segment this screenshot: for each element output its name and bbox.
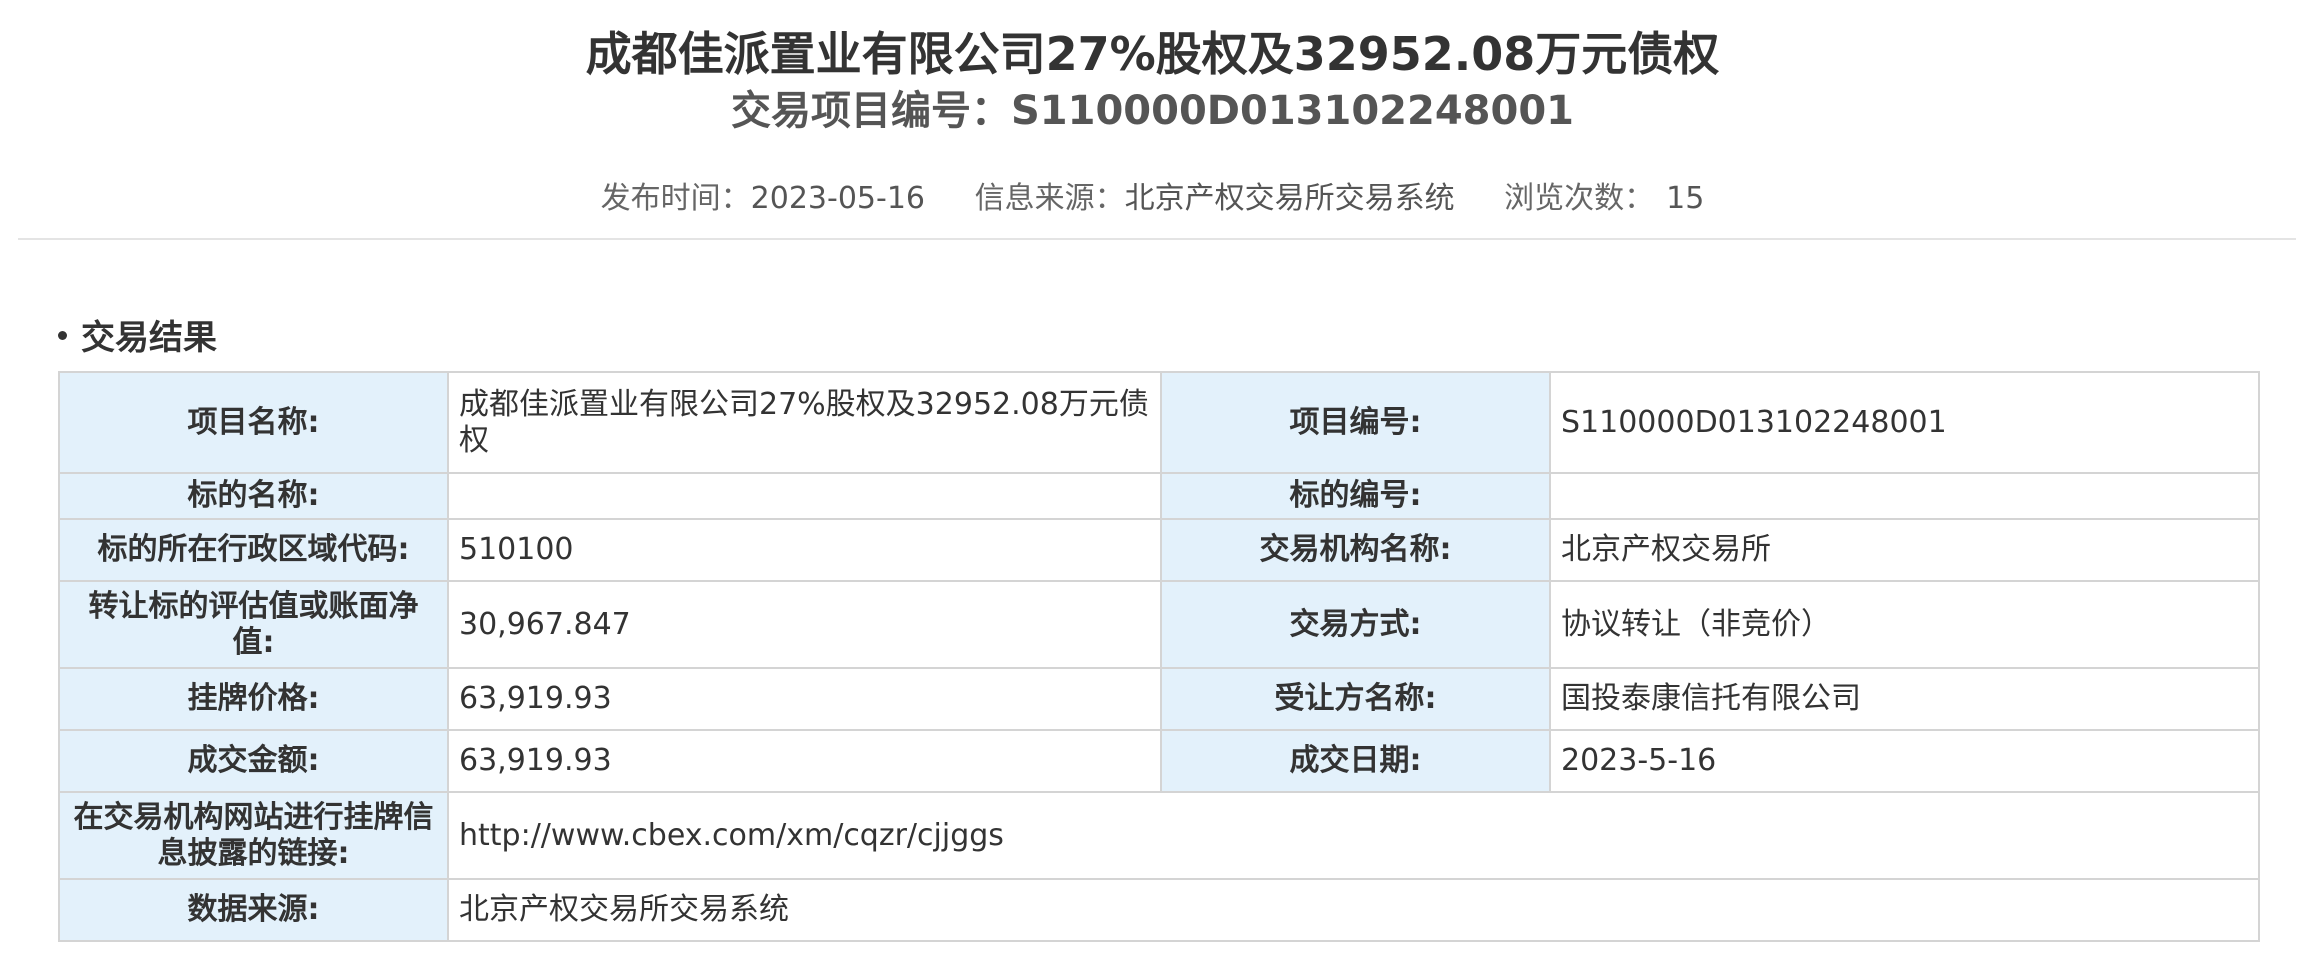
publish-time: 发布时间：2023-05-16 [601,174,925,224]
header-divider [18,238,2296,240]
deal-date-value: 2023-5-16 [1549,729,2260,793]
project-number-heading: 交易项目编号：S110000D013102248001 [731,88,1574,134]
valuation-label: 转让标的评估值或账面净值: [58,580,449,669]
disclosure-link-value: http://www.cbex.com/xm/cqzr/cjjggs [447,791,2260,880]
section-heading-text: 交易结果 [81,318,217,358]
listing-price-value: 63,919.93 [447,667,1162,731]
deal-amount-value: 63,919.93 [447,729,1162,793]
transferee-name-value: 国投泰康信托有限公司 [1549,667,2260,731]
info-source-label: 信息来源： [974,181,1125,216]
project-number-label: 项目编号: [1160,371,1551,474]
table-row: 在交易机构网站进行挂牌信息披露的链接: http://www.cbex.com/… [58,791,2260,880]
table-row: 项目名称: 成都佳派置业有限公司27%股权及32952.08万元债权 项目编号:… [58,371,2260,474]
table-row: 数据来源: 北京产权交易所交易系统 [58,878,2260,942]
table-row: 标的名称: 标的编号: [58,472,2260,520]
data-source-label: 数据来源: [58,878,449,942]
transferee-name-label: 受让方名称: [1160,667,1551,731]
subject-name-value [447,472,1162,520]
publish-time-label: 发布时间： [600,181,751,216]
info-source-value: 北京产权交易所交易系统 [1124,181,1455,216]
subject-number-value [1549,472,2260,520]
region-code-value: 510100 [447,518,1162,582]
disclosure-link-label: 在交易机构网站进行挂牌信息披露的链接: [58,791,449,880]
table-row: 挂牌价格: 63,919.93 受让方名称: 国投泰康信托有限公司 [58,667,2260,731]
project-name-label: 项目名称: [58,371,449,474]
listing-price-label: 挂牌价格: [58,667,449,731]
trade-method-label: 交易方式: [1160,580,1551,669]
view-count-value: 15 [1666,181,1705,216]
trade-result-table: 项目名称: 成都佳派置业有限公司27%股权及32952.08万元债权 项目编号:… [58,371,2260,942]
trade-method-value: 协议转让（非竞价） [1549,580,2260,669]
table-row: 转让标的评估值或账面净值: 30,967.847 交易方式: 协议转让（非竞价） [58,580,2260,669]
data-source-value: 北京产权交易所交易系统 [447,878,2260,942]
page-title: 成都佳派置业有限公司27%股权及32952.08万元债权 [585,27,1720,81]
section-heading: 交易结果 [58,314,217,362]
project-name-cell: 成都佳派置业有限公司27%股权及32952.08万元债权 [447,371,1162,474]
view-count: 浏览次数： 15 [1504,174,1704,224]
table-row: 成交金额: 63,919.93 成交日期: 2023-5-16 [58,729,2260,793]
table-row: 标的所在行政区域代码: 510100 交易机构名称: 北京产权交易所 [58,518,2260,582]
project-name-value: 成都佳派置业有限公司27%股权及32952.08万元债权 [459,386,1149,458]
subject-number-label: 标的编号: [1160,472,1551,520]
deal-amount-label: 成交金额: [58,729,449,793]
region-code-label: 标的所在行政区域代码: [58,518,449,582]
institution-name-value: 北京产权交易所 [1549,518,2260,582]
view-count-label: 浏览次数： [1504,181,1655,216]
project-number-value: S110000D013102248001 [1549,371,2260,474]
meta-bar: 发布时间：2023-05-16 信息来源：北京产权交易所交易系统 浏览次数： 15 [0,174,2305,224]
deal-date-label: 成交日期: [1160,729,1551,793]
subject-name-label: 标的名称: [58,472,449,520]
bullet-icon [58,331,67,340]
institution-name-label: 交易机构名称: [1160,518,1551,582]
valuation-value: 30,967.847 [447,580,1162,669]
publish-time-value: 2023-05-16 [750,181,926,216]
info-source: 信息来源：北京产权交易所交易系统 [975,174,1455,224]
